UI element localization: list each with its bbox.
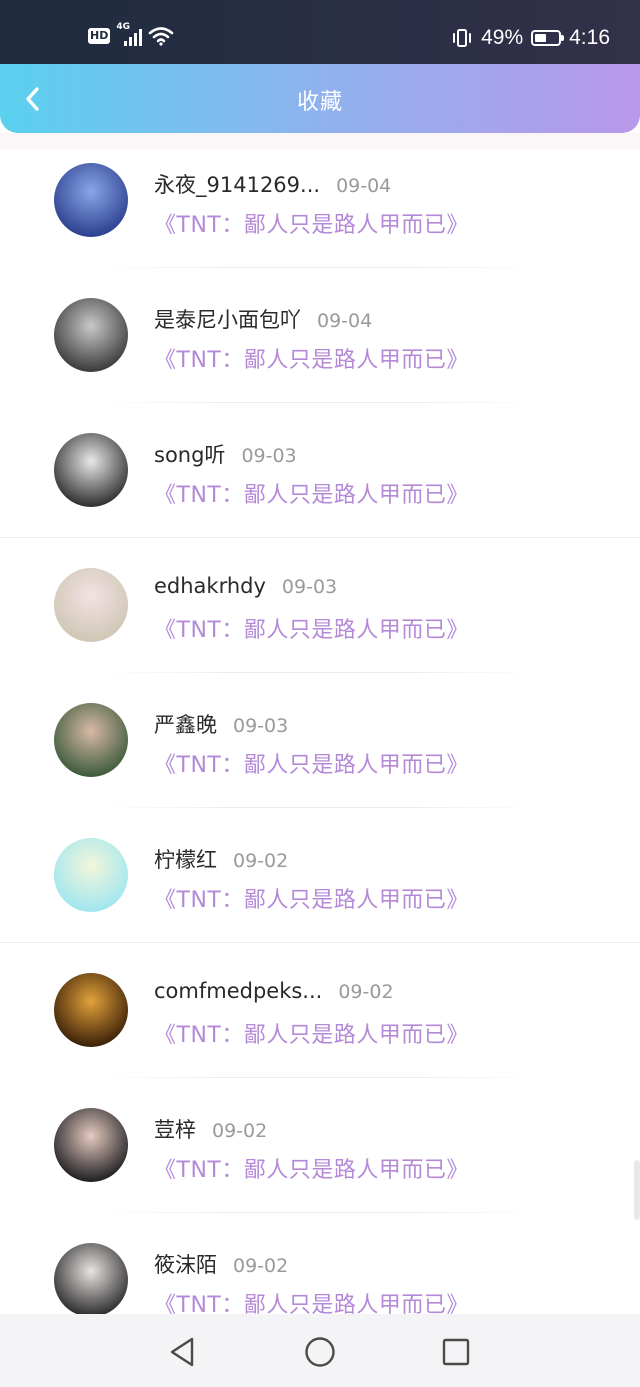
user-name[interactable]: 筱沫陌	[154, 1253, 217, 1277]
user-name-line: 是泰尼小面包吖 09-04	[154, 304, 372, 334]
list-item[interactable]: 柠檬红 09-02 《TNT：鄙人只是路人甲而已》	[0, 808, 640, 943]
work-title[interactable]: 《TNT：鄙人只是路人甲而已》	[154, 747, 469, 779]
avatar[interactable]	[54, 703, 128, 777]
avatar[interactable]	[54, 568, 128, 642]
user-name-line: comfmedpeks... 09-02	[154, 979, 394, 1003]
list-item[interactable]: 严鑫晚 09-03 《TNT：鄙人只是路人甲而已》	[0, 673, 640, 808]
user-name[interactable]: 严鑫晚	[154, 713, 217, 737]
list-item[interactable]: song听 09-03 《TNT：鄙人只是路人甲而已》	[0, 403, 640, 538]
nav-back-button[interactable]	[163, 1332, 203, 1372]
item-date: 09-04	[336, 175, 392, 197]
avatar[interactable]	[54, 973, 128, 1047]
avatar[interactable]	[54, 433, 128, 507]
wifi-icon	[149, 27, 174, 46]
list-item[interactable]: comfmedpeks... 09-02 《TNT：鄙人只是路人甲而已》	[0, 943, 640, 1078]
user-name-line: song听 09-03	[154, 439, 297, 469]
avatar[interactable]	[54, 838, 128, 912]
nav-home-button[interactable]	[300, 1332, 340, 1372]
scrollbar[interactable]	[634, 1160, 640, 1220]
user-name-line: edhakrhdy 09-03	[154, 574, 337, 598]
vibrate-icon	[453, 29, 472, 47]
work-title[interactable]: 《TNT：鄙人只是路人甲而已》	[154, 612, 469, 644]
work-title[interactable]: 《TNT：鄙人只是路人甲而已》	[154, 477, 469, 509]
list-item[interactable]: 是泰尼小面包吖 09-04 《TNT：鄙人只是路人甲而已》	[0, 268, 640, 403]
item-date: 09-02	[212, 1120, 268, 1142]
work-title[interactable]: 《TNT：鄙人只是路人甲而已》	[154, 1017, 469, 1049]
circle-home-icon	[305, 1337, 335, 1367]
clock: 4:16	[569, 26, 610, 49]
work-title[interactable]: 《TNT：鄙人只是路人甲而已》	[154, 342, 469, 374]
app-header: 收藏	[0, 64, 640, 133]
user-name[interactable]: song听	[154, 443, 225, 467]
item-date: 09-02	[338, 981, 394, 1003]
list-item[interactable]: 永夜_9141269... 09-04 《TNT：鄙人只是路人甲而已》	[0, 133, 640, 268]
item-date: 09-03	[281, 576, 338, 598]
work-title[interactable]: 《TNT：鄙人只是路人甲而已》	[154, 207, 469, 239]
avatar[interactable]	[54, 1108, 128, 1182]
user-name-line: 柠檬红 09-02	[154, 844, 288, 874]
user-name-line: 严鑫晚 09-03	[154, 709, 288, 739]
avatar[interactable]	[54, 163, 128, 237]
triangle-back-icon	[170, 1337, 194, 1367]
user-name[interactable]: comfmedpeks...	[154, 979, 322, 1003]
item-date: 09-03	[233, 715, 289, 737]
list-item[interactable]: edhakrhdy 09-03 《TNT：鄙人只是路人甲而已》	[0, 538, 640, 673]
user-name[interactable]: edhakrhdy	[154, 574, 266, 598]
user-name-line: 筱沫陌 09-02	[154, 1249, 288, 1279]
status-right: 49% 4:16	[451, 26, 610, 50]
item-date: 09-03	[241, 445, 297, 467]
status-bar: HD 4G 49% 4:16	[0, 0, 640, 64]
item-date: 09-02	[233, 1255, 289, 1277]
user-name-line: 永夜_9141269... 09-04	[154, 169, 391, 199]
item-date: 09-02	[233, 850, 289, 872]
square-recents-icon	[442, 1338, 470, 1366]
status-left: HD 4G	[88, 22, 174, 46]
work-title[interactable]: 《TNT：鄙人只是路人甲而已》	[154, 882, 469, 914]
list-item[interactable]: 荳梓 09-02 《TNT：鄙人只是路人甲而已》	[0, 1078, 640, 1213]
battery-icon	[531, 30, 565, 46]
work-title[interactable]: 《TNT：鄙人只是路人甲而已》	[154, 1152, 469, 1184]
user-name[interactable]: 是泰尼小面包吖	[154, 308, 301, 332]
user-name[interactable]: 荳梓	[154, 1118, 196, 1142]
avatar[interactable]	[54, 298, 128, 372]
system-nav-bar	[0, 1314, 640, 1387]
user-name-line: 荳梓 09-02	[154, 1114, 267, 1144]
page-title: 收藏	[296, 90, 343, 115]
avatar[interactable]	[54, 1243, 128, 1317]
hd-badge: HD	[88, 28, 111, 44]
nav-recents-button[interactable]	[436, 1332, 476, 1372]
item-date: 09-04	[317, 310, 373, 332]
battery-percent: 49%	[481, 26, 524, 49]
cellular-signal-icon: 4G	[116, 22, 143, 46]
user-name[interactable]: 永夜_9141269...	[154, 173, 320, 197]
user-name[interactable]: 柠檬红	[154, 848, 217, 872]
